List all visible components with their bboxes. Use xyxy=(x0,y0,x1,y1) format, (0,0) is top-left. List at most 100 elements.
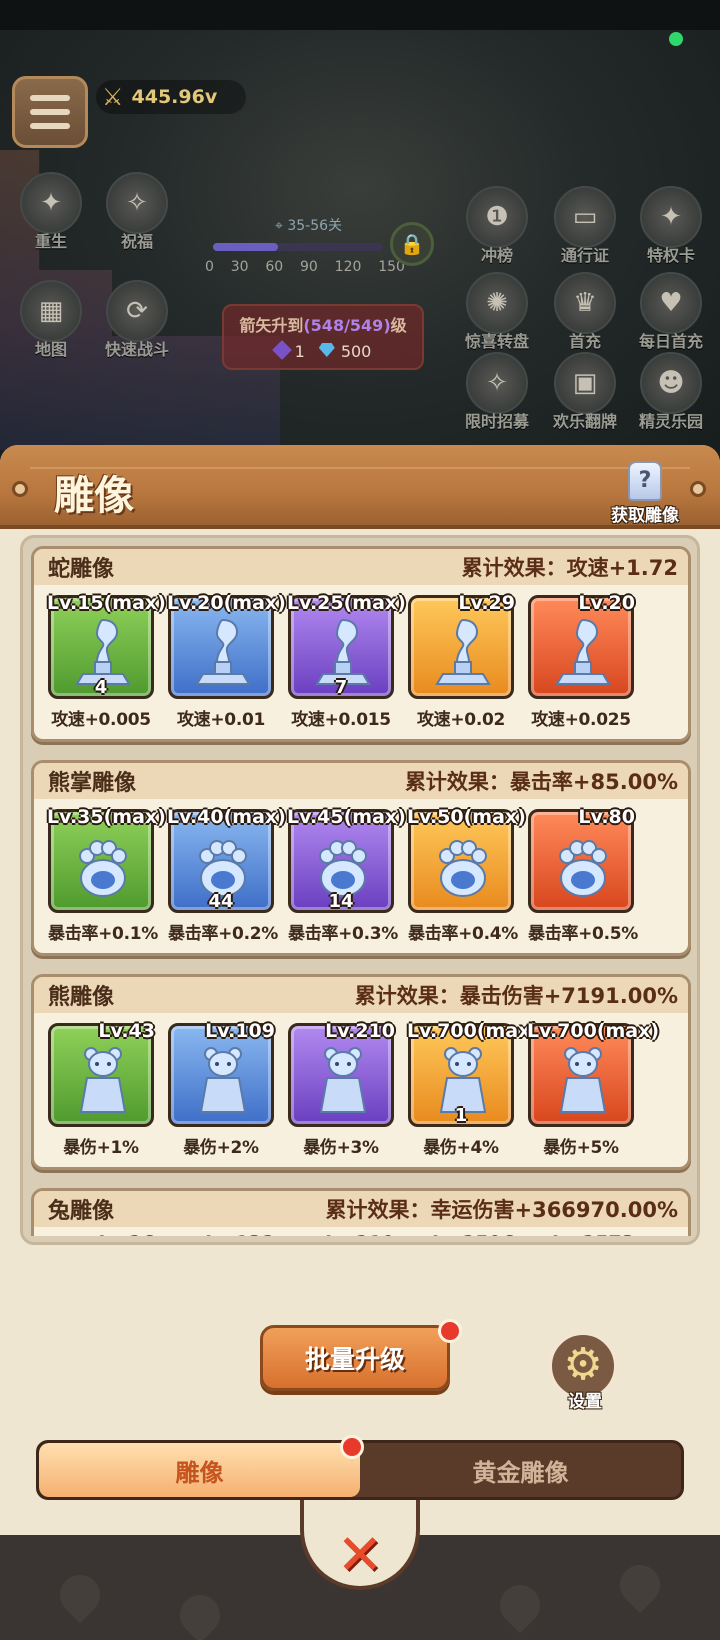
combat-power: ⚔ 445.96v xyxy=(96,80,246,114)
statue-level: Lv.2573 xyxy=(527,1234,635,1236)
statue-tile[interactable]: Lv.20(max) xyxy=(167,592,286,699)
statue-tile[interactable]: Lv.700(max) xyxy=(527,1020,660,1127)
statue-tile[interactable]: Lv.50(max) xyxy=(407,806,526,913)
statue-tile[interactable]: Lv.45(max) 14 xyxy=(287,806,406,913)
statue-count: 14 xyxy=(328,891,354,912)
statue-level: Lv.219 xyxy=(287,1234,395,1236)
panel-title: 雕像 xyxy=(54,473,134,519)
flip-card-button[interactable]: ▣ 欢乐翻牌 xyxy=(540,352,630,432)
stage-location: ⌖ 35-56关 xyxy=(275,215,342,235)
diamond-icon xyxy=(318,343,335,357)
tab-statue[interactable]: 雕像 xyxy=(39,1443,360,1497)
statue-level: Lv.35(max) xyxy=(47,806,166,828)
statue-cards: Lv.43 暴伤+1% Lv.109 暴伤+2% Lv.210 暴伤+3% Lv.700(m… xyxy=(34,1013,688,1158)
statue-card[interactable]: Lv.15(max) 4 攻速+0.005 xyxy=(47,592,166,730)
statue-panel: 雕像 ? 获取雕像 蛇雕像 累计效果：攻速+1.72 Lv.15(max) 4 攻速+0… xyxy=(0,445,720,1535)
rebirth-icon: ✦ xyxy=(20,172,82,234)
statue-cards: Lv.15(max) 4 攻速+0.005 Lv.20(max) 攻速+0.01 Lv.2… xyxy=(34,585,688,730)
statue-bonus-label: 暴击率+0.5% xyxy=(528,924,638,944)
statue-level: Lv.132 xyxy=(167,1234,275,1236)
flip-card-icon: ▣ xyxy=(554,352,616,414)
statue-tile[interactable]: Lv.20 xyxy=(528,592,635,699)
stage-ticks: 0 30 60 90 120 150 xyxy=(205,259,405,275)
quick-battle-button[interactable]: ⟳ 快速战斗 xyxy=(92,280,182,360)
statue-tile[interactable]: Lv.40(max) 44 xyxy=(167,806,286,913)
statue-card[interactable]: Lv.43 暴伤+1% xyxy=(48,1020,155,1158)
statue-card[interactable]: Lv.25(max) 7 攻速+0.015 xyxy=(287,592,406,730)
statue-bonus-label: 暴击率+0.1% xyxy=(48,924,158,944)
statue-tile[interactable]: Lv.700(max) 1 xyxy=(407,1020,540,1127)
elf-park-button[interactable]: ☻ 精灵乐园 xyxy=(626,352,716,432)
statue-card[interactable]: Lv.210 暴伤+3% xyxy=(288,1020,395,1158)
wheel-button[interactable]: ✺ 惊喜转盘 xyxy=(452,272,542,352)
statue-tile[interactable]: Lv.29 xyxy=(408,592,515,699)
statue-card[interactable]: Lv.40(max) 44 暴击率+0.2% xyxy=(167,806,286,944)
blessing-button[interactable]: ✧ 祝福 xyxy=(92,172,182,252)
statue-count: 4 xyxy=(94,677,108,698)
elf-park-icon: ☻ xyxy=(640,352,702,414)
statue-tile[interactable]: Lv.25(max) 7 xyxy=(287,592,406,699)
privilege-card-button[interactable]: ✦ 特权卡 xyxy=(626,186,716,266)
statue-card[interactable]: Lv.20 攻速+0.025 xyxy=(528,592,635,730)
statue-card[interactable]: Lv.80 暴击率+0.5% xyxy=(528,806,638,944)
rank-button[interactable]: ❶ 冲榜 xyxy=(452,186,542,266)
stage-tick: 30 xyxy=(230,259,249,275)
pass-button[interactable]: ▭ 通行证 xyxy=(540,186,630,266)
statue-group-name: 蛇雕像 xyxy=(48,557,115,582)
recruit-icon: ✧ xyxy=(466,352,528,414)
statue-list[interactable]: 蛇雕像 累计效果：攻速+1.72 Lv.15(max) 4 攻速+0.005 Lv.20(… xyxy=(20,535,700,1245)
statue-tile[interactable]: Lv.43 xyxy=(48,1020,155,1127)
statue-tile[interactable]: Lv.210 xyxy=(288,1020,395,1127)
batch-upgrade-button[interactable]: 批量升级 xyxy=(260,1325,450,1391)
settings-label: 设置 xyxy=(568,1392,602,1412)
statue-card[interactable]: Lv.700(max) 暴伤+5% xyxy=(527,1020,660,1158)
tab-gold-statue[interactable]: 黄金雕像 xyxy=(360,1443,681,1497)
rebirth-label: 重生 xyxy=(34,232,67,251)
upgrade-text: 箭矢升到(548/549)级 xyxy=(230,312,416,336)
statue-list-inner: 蛇雕像 累计效果：攻速+1.72 Lv.15(max) 4 攻速+0.005 Lv.20(… xyxy=(31,546,691,1236)
upgrade-arrow-bubble[interactable]: 箭矢升到(548/549)级 1 500 xyxy=(222,304,424,370)
statue-count: 44 xyxy=(208,891,234,912)
statue-level: Lv.50(max) xyxy=(407,806,526,828)
statue-level: Lv.15(max) xyxy=(47,592,166,614)
statue-level: Lv.700(max) xyxy=(407,1020,540,1042)
rank-icon: ❶ xyxy=(466,186,528,248)
status-bar xyxy=(0,0,720,30)
recruit-button[interactable]: ✧ 限时招募 xyxy=(452,352,542,432)
statue-tile[interactable]: Lv.35(max) xyxy=(47,806,166,913)
upgrade-text-suffix: 级 xyxy=(390,316,407,335)
statue-bonus-label: 暴击率+0.4% xyxy=(408,924,518,944)
panel-header: 雕像 ? 获取雕像 xyxy=(0,445,720,529)
statue-tile[interactable]: Lv.80 xyxy=(528,806,635,913)
obtain-statue-button[interactable]: ? 获取雕像 xyxy=(600,461,690,526)
statue-tile[interactable]: Lv.109 xyxy=(168,1020,275,1127)
settings-button[interactable]: ⚙ 设置 xyxy=(548,1331,622,1412)
daily-charge-button[interactable]: ♥ 每日首充 xyxy=(626,272,716,352)
bear-statue-icon xyxy=(319,1047,367,1113)
statue-card[interactable]: Lv.700(max) 1 暴伤+4% xyxy=(407,1020,540,1158)
crossed-swords-icon: ⚔ xyxy=(102,83,124,111)
first-charge-button[interactable]: ♛ 首充 xyxy=(540,272,630,352)
statue-card[interactable]: Lv.20(max) 攻速+0.01 xyxy=(167,592,286,730)
quick-battle-icon: ⟳ xyxy=(106,280,168,342)
statue-card[interactable]: Lv.35(max) 暴击率+0.1% xyxy=(47,806,166,944)
statue-group-name: 熊雕像 xyxy=(48,985,115,1010)
stage-tick: 90 xyxy=(300,259,318,275)
statue-count: 7 xyxy=(334,677,348,698)
statue-group-header: 蛇雕像 累计效果：攻速+1.72 xyxy=(34,549,688,585)
statue-level: Lv.20(max) xyxy=(167,592,286,614)
statue-card[interactable]: Lv.50(max) 暴击率+0.4% xyxy=(407,806,526,944)
statue-bonus-label: 攻速+0.025 xyxy=(531,710,631,730)
statue-level: Lv.700(max) xyxy=(527,1020,660,1042)
close-icon[interactable]: ✕ xyxy=(330,1528,390,1586)
rebirth-button[interactable]: ✦ 重生 xyxy=(6,172,96,252)
statue-card[interactable]: Lv.109 暴伤+2% xyxy=(168,1020,275,1158)
statue-level: Lv.210 xyxy=(325,1020,395,1042)
statue-card[interactable]: Lv.29 攻速+0.02 xyxy=(408,592,515,730)
lock-icon[interactable]: 🔒 xyxy=(390,222,434,266)
statue-level: Lv.45(max) xyxy=(287,806,406,828)
statue-card[interactable]: Lv.45(max) 14 暴击率+0.3% xyxy=(287,806,406,944)
statue-tile[interactable]: Lv.15(max) 4 xyxy=(47,592,166,699)
map-button[interactable]: ▦ 地图 xyxy=(6,280,96,360)
main-menu-button[interactable] xyxy=(12,76,88,148)
